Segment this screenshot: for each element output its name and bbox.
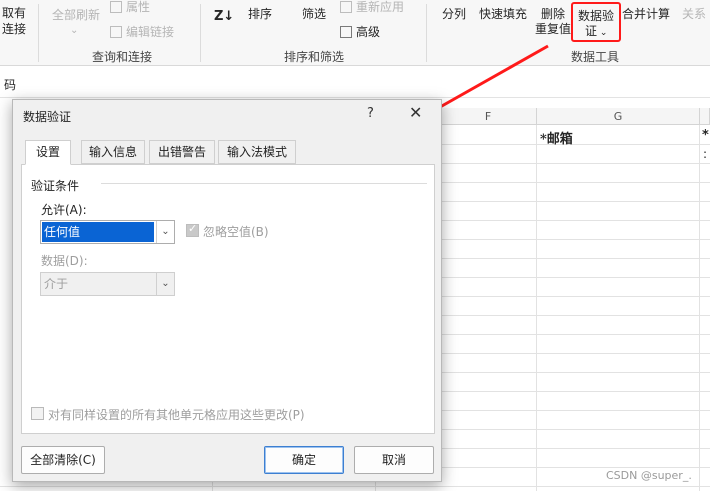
grid-line bbox=[440, 163, 710, 164]
group-label-query: 查询和连接 bbox=[92, 50, 153, 64]
watermark-text: CSDN @super_. bbox=[606, 469, 692, 482]
ignore-blank-checkbox[interactable] bbox=[186, 222, 199, 237]
chevron-down-icon: ⌄ bbox=[70, 25, 79, 36]
grid-line bbox=[440, 277, 710, 278]
column-header-g[interactable]: G bbox=[537, 108, 700, 125]
validation-criteria-label: 验证条件 bbox=[31, 179, 80, 193]
grid-line bbox=[440, 258, 710, 259]
properties-label: 属性 bbox=[126, 0, 151, 14]
name-box-text[interactable]: 码 bbox=[4, 76, 16, 93]
properties-icon bbox=[110, 1, 122, 13]
ok-button[interactable]: 确定 bbox=[264, 446, 344, 474]
grid-line bbox=[440, 353, 710, 354]
data-validation-dialog: 数据验证 ? ✕ 设置 输入信息 出错警告 输入法模式 验证条件 允许(A): … bbox=[12, 99, 442, 482]
cell-next-header[interactable]: * bbox=[702, 128, 709, 143]
flash-fill-button[interactable]: 快速填充 bbox=[479, 7, 527, 21]
data-select-value: 介于 bbox=[44, 277, 69, 291]
ribbon-separator bbox=[426, 4, 427, 62]
edit-links-button[interactable]: 编辑链接 bbox=[110, 25, 174, 39]
chevron-down-icon: ⌄ bbox=[156, 221, 174, 243]
consolidate-button[interactable]: 合并计算 bbox=[622, 7, 670, 21]
edit-links-label: 编辑链接 bbox=[126, 25, 175, 39]
remove-duplicates-button-line2[interactable]: 重复值 bbox=[535, 22, 571, 36]
tab-error-alert[interactable]: 出错警告 bbox=[149, 140, 215, 164]
group-divider bbox=[101, 183, 427, 184]
grid-line bbox=[536, 125, 537, 491]
allow-select-value: 任何值 bbox=[42, 222, 154, 242]
grid-line bbox=[440, 239, 710, 240]
advanced-button[interactable]: 高级 bbox=[340, 25, 380, 39]
grid-line bbox=[440, 201, 710, 202]
column-header-h[interactable] bbox=[700, 108, 710, 125]
partial-button-top[interactable]: 取有 bbox=[2, 6, 26, 20]
apply-all-label: 对有同样设置的所有其他单元格应用这些更改(P) bbox=[48, 408, 305, 422]
chevron-down-icon: ⌄ bbox=[597, 28, 608, 38]
formula-bar: 码 bbox=[0, 66, 710, 98]
data-validation-button-line2[interactable]: 证 ⌄ bbox=[585, 24, 607, 40]
data-label: 数据(D): bbox=[41, 254, 88, 268]
ribbon-separator bbox=[38, 4, 39, 62]
help-button[interactable]: ? bbox=[367, 106, 374, 121]
dialog-title: 数据验证 bbox=[23, 110, 72, 124]
grid-line bbox=[440, 391, 710, 392]
grid-line bbox=[440, 220, 710, 221]
grid-line bbox=[440, 429, 710, 430]
clear-all-button[interactable]: 全部清除(C) bbox=[21, 446, 105, 474]
grid-line bbox=[440, 448, 710, 449]
grid-line bbox=[440, 467, 710, 468]
data-select[interactable]: 介于 ⌄ bbox=[40, 272, 175, 296]
ribbon-separator bbox=[200, 4, 201, 62]
data-validation-button[interactable]: 数据验 bbox=[578, 9, 614, 23]
tab-settings[interactable]: 设置 bbox=[25, 140, 71, 165]
ignore-blank-label: 忽略空值(B) bbox=[203, 225, 269, 239]
column-header-f[interactable]: F bbox=[440, 108, 537, 125]
advanced-filter-icon bbox=[340, 26, 352, 38]
grid-line bbox=[440, 334, 710, 335]
group-label-data-tools: 数据工具 bbox=[571, 50, 620, 64]
grid-line bbox=[0, 486, 710, 487]
properties-button[interactable]: 属性 bbox=[110, 0, 150, 14]
grid-line bbox=[440, 296, 710, 297]
apply-all-checkbox[interactable] bbox=[31, 407, 44, 420]
grid-line bbox=[440, 144, 710, 145]
grid-line bbox=[440, 410, 710, 411]
close-button[interactable]: ✕ bbox=[409, 103, 422, 122]
relationships-button[interactable]: 关系 bbox=[682, 7, 706, 21]
cell-email-header[interactable]: *邮箱 bbox=[540, 128, 573, 147]
data-validation-label: 证 bbox=[585, 24, 598, 38]
grid-line bbox=[440, 315, 710, 316]
advanced-label: 高级 bbox=[356, 25, 381, 39]
grid-line bbox=[699, 125, 700, 491]
tab-input-message[interactable]: 输入信息 bbox=[81, 140, 145, 164]
ribbon: 取有 连接 全部刷新 ⌄ 属性 编辑链接 查询和连接 Z↓ 排序 筛选 重新应用… bbox=[0, 0, 710, 66]
chevron-down-icon: ⌄ bbox=[156, 273, 174, 295]
tab-ime-mode[interactable]: 输入法模式 bbox=[218, 140, 296, 164]
grid-line bbox=[440, 372, 710, 373]
sort-az-icon[interactable]: Z↓ bbox=[214, 10, 234, 24]
partial-button-bottom[interactable]: 连接 bbox=[2, 22, 26, 36]
grid-line bbox=[440, 182, 710, 183]
sort-button[interactable]: 排序 bbox=[248, 7, 272, 21]
text-to-columns-button[interactable]: 分列 bbox=[442, 7, 466, 21]
reapply-icon bbox=[340, 1, 352, 13]
allow-label: 允许(A): bbox=[41, 203, 87, 217]
cancel-button[interactable]: 取消 bbox=[354, 446, 434, 474]
link-icon bbox=[110, 26, 122, 38]
reapply-label: 重新应用 bbox=[356, 0, 405, 14]
group-label-sort-filter: 排序和筛选 bbox=[284, 50, 345, 64]
reapply-button[interactable]: 重新应用 bbox=[340, 0, 404, 14]
filter-button[interactable]: 筛选 bbox=[302, 7, 326, 21]
cell-next-value[interactable]: : bbox=[703, 147, 707, 161]
allow-select[interactable]: 任何值 ⌄ bbox=[40, 220, 175, 244]
remove-duplicates-button-line1[interactable]: 删除 bbox=[541, 7, 565, 21]
refresh-all-button[interactable]: 全部刷新 bbox=[52, 8, 100, 22]
